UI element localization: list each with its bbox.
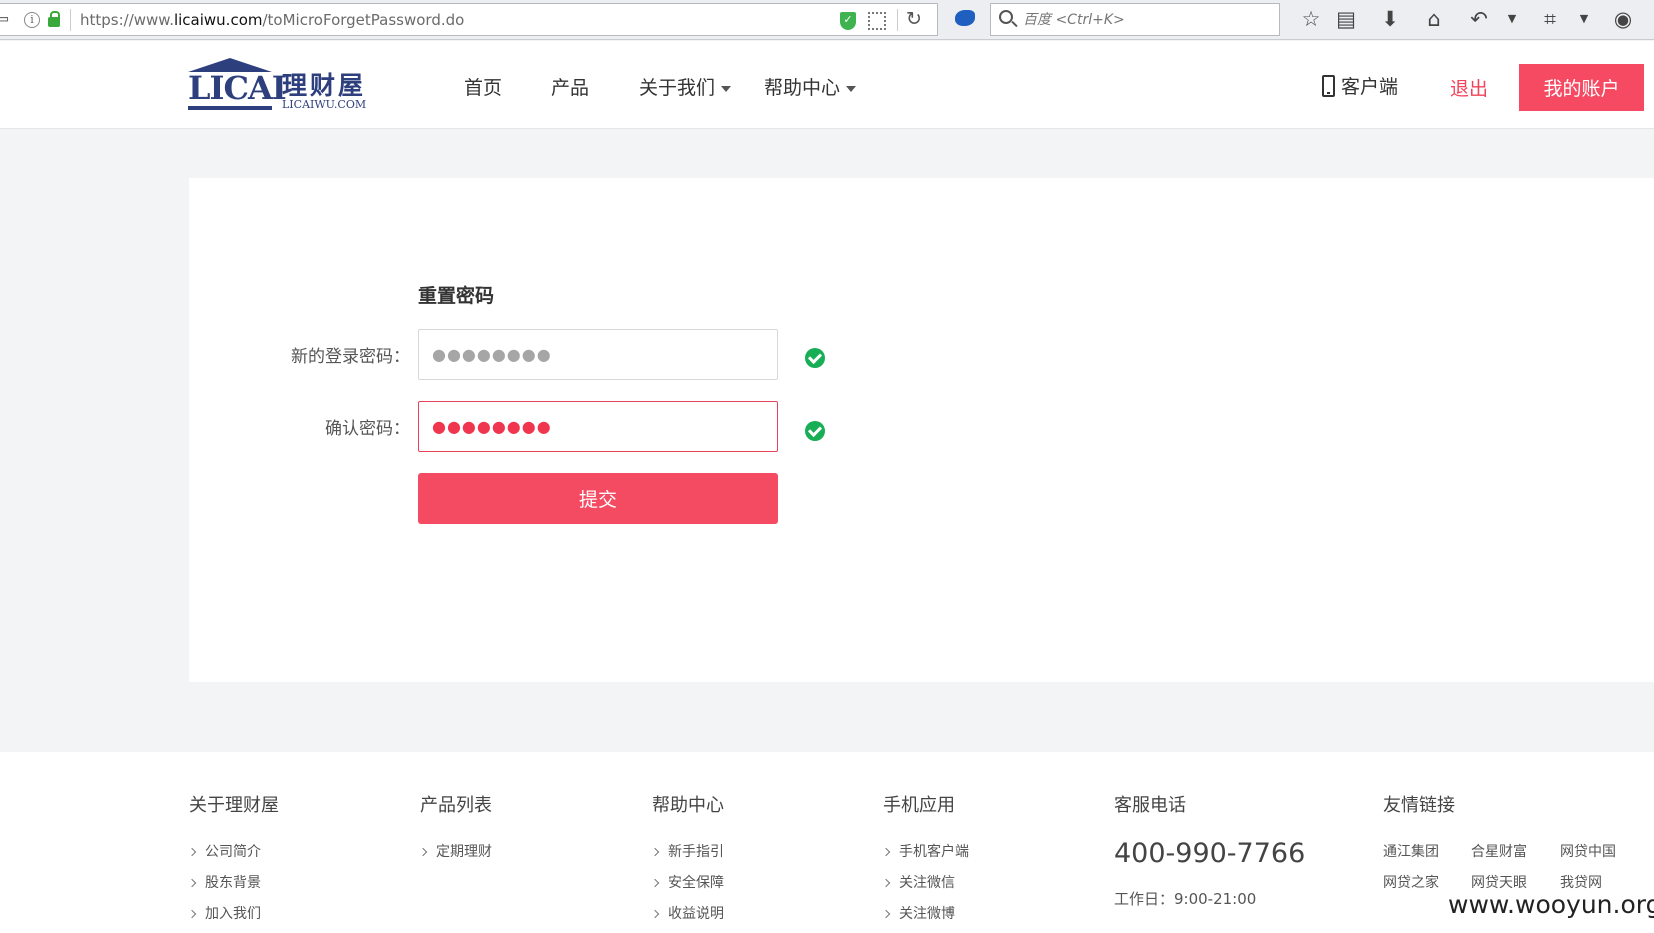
friend-link[interactable]: 通江集团: [1383, 841, 1439, 861]
footer-link[interactable]: 关注微信: [881, 872, 955, 892]
client-app-link[interactable]: 客户端: [1322, 72, 1398, 99]
dropdown-caret-icon[interactable]: ▼: [1506, 6, 1518, 32]
chevron-right-icon: [187, 878, 197, 888]
chat-icon[interactable]: ◉: [1610, 6, 1636, 32]
confirm-password-label: 确认密码：: [325, 419, 410, 439]
new-password-value: ●●●●●●●●: [432, 345, 552, 364]
bookmarks-list-icon[interactable]: ▤: [1333, 6, 1359, 32]
site-logo[interactable]: LICAI 理财屋 LICAIWU.COM: [188, 58, 378, 114]
confirm-password-field[interactable]: ●●●●●●●●: [418, 401, 778, 452]
footer-link[interactable]: 手机客户端: [881, 841, 969, 861]
footer-link[interactable]: 加入我们: [187, 903, 261, 923]
footer-link-label: 手机客户端: [899, 844, 969, 860]
nav-about-label: 关于我们: [639, 77, 716, 99]
footer-mobile-title: 手机应用: [883, 795, 955, 816]
nav-help[interactable]: 帮助中心: [764, 73, 857, 100]
chevron-right-icon: [881, 909, 891, 919]
footer-link-label: 关注微信: [899, 875, 955, 891]
footer-link-label: 关注微博: [899, 906, 955, 922]
footer-link[interactable]: 关注微博: [881, 903, 955, 923]
footer-about-title: 关于理财屋: [189, 795, 279, 816]
chevron-right-icon: [881, 847, 891, 857]
logo-text: LICAI: [188, 69, 287, 107]
nav-help-label: 帮助中心: [764, 77, 841, 99]
my-account-button[interactable]: 我的账户: [1519, 64, 1644, 111]
footer-link-label: 股东背景: [205, 875, 261, 891]
page-title: 重置密码: [418, 285, 495, 307]
download-icon[interactable]: ⬇: [1377, 6, 1403, 32]
search-icon: [999, 10, 1013, 24]
logo-base: [188, 106, 272, 110]
service-hours: 工作日：9:00-21:00: [1114, 890, 1257, 908]
chevron-down-icon: [721, 85, 732, 92]
nav-products[interactable]: 产品: [551, 73, 589, 100]
info-icon[interactable]: i: [24, 12, 40, 28]
footer-link[interactable]: 收益说明: [650, 903, 724, 923]
address-bar[interactable]: ⇦ i https://www.licaiwu.com/toMicroForge…: [0, 3, 938, 36]
check-circle-icon: [805, 348, 825, 368]
watermark-text: www.wooyun.org: [1448, 890, 1654, 919]
extension-icon[interactable]: [955, 10, 975, 26]
divider: [897, 9, 898, 31]
logout-link[interactable]: 退出: [1450, 74, 1488, 101]
chevron-right-icon: [650, 878, 660, 888]
footer-link-label: 收益说明: [668, 906, 724, 922]
service-phone: 400-990-7766: [1114, 838, 1306, 869]
chevron-right-icon: [881, 878, 891, 888]
search-input[interactable]: [1023, 10, 1263, 30]
footer-service-title: 客服电话: [1114, 795, 1186, 816]
url-text[interactable]: https://www.licaiwu.com/toMicroForgetPas…: [80, 11, 464, 29]
friend-link[interactable]: 网贷天眼: [1471, 872, 1527, 892]
friend-link[interactable]: 合星财富: [1471, 841, 1527, 861]
footer-link[interactable]: 公司简介: [187, 841, 261, 861]
footer-link[interactable]: 股东背景: [187, 872, 261, 892]
logo-cn-text: 理财屋: [282, 71, 367, 100]
logo-domain-text: LICAIWU.COM: [282, 98, 367, 111]
mobile-phone-icon: [1322, 75, 1335, 97]
shield-icon[interactable]: ✓: [840, 12, 856, 30]
friend-link[interactable]: 网贷中国: [1560, 841, 1616, 861]
divider: [70, 9, 71, 31]
footer-link[interactable]: 安全保障: [650, 872, 724, 892]
chevron-right-icon: [650, 909, 660, 919]
client-app-label: 客户端: [1341, 76, 1399, 98]
crop-icon[interactable]: ⌗: [1537, 6, 1563, 32]
footer-help-title: 帮助中心: [652, 795, 724, 816]
chevron-down-icon: [846, 85, 857, 92]
lock-icon[interactable]: [48, 11, 60, 27]
footer-link-label: 安全保障: [668, 875, 724, 891]
footer-products-title: 产品列表: [420, 795, 492, 816]
new-password-field[interactable]: ●●●●●●●●: [418, 329, 778, 380]
bookmark-star-icon[interactable]: ☆: [1298, 6, 1324, 32]
nav-home[interactable]: 首页: [464, 73, 502, 100]
footer-link-label: 定期理财: [436, 844, 492, 860]
footer-link-label: 公司简介: [205, 844, 261, 860]
nav-about[interactable]: 关于我们: [639, 73, 732, 100]
footer-friends-title: 友情链接: [1383, 795, 1455, 816]
footer-link-label: 新手指引: [668, 844, 724, 860]
submit-button[interactable]: 提交: [418, 473, 778, 524]
new-password-label: 新的登录密码：: [291, 347, 410, 367]
chevron-right-icon: [187, 847, 197, 857]
check-circle-icon: [805, 421, 825, 441]
friend-link[interactable]: 网贷之家: [1383, 872, 1439, 892]
browser-toolbar: ⇦ i https://www.licaiwu.com/toMicroForge…: [0, 0, 1654, 40]
dropdown-caret-icon[interactable]: ▼: [1578, 6, 1590, 32]
footer-link[interactable]: 新手指引: [650, 841, 724, 861]
search-box[interactable]: [990, 3, 1280, 36]
back-arrow-icon[interactable]: ⇦: [0, 7, 14, 33]
qr-code-icon[interactable]: [868, 12, 886, 30]
footer-link-label: 加入我们: [205, 906, 261, 922]
chevron-right-icon: [418, 847, 428, 857]
home-icon[interactable]: ⌂: [1421, 6, 1447, 32]
chevron-right-icon: [650, 847, 660, 857]
chevron-right-icon: [187, 909, 197, 919]
confirm-password-value: ●●●●●●●●: [432, 417, 552, 436]
site-header: LICAI 理财屋 LICAIWU.COM 首页 产品 关于我们 帮助中心 客户…: [0, 41, 1654, 129]
footer-link[interactable]: 定期理财: [418, 841, 492, 861]
friend-link[interactable]: 我贷网: [1560, 872, 1602, 892]
reload-icon[interactable]: ↻: [906, 8, 922, 30]
undo-icon[interactable]: ↶: [1466, 6, 1492, 32]
